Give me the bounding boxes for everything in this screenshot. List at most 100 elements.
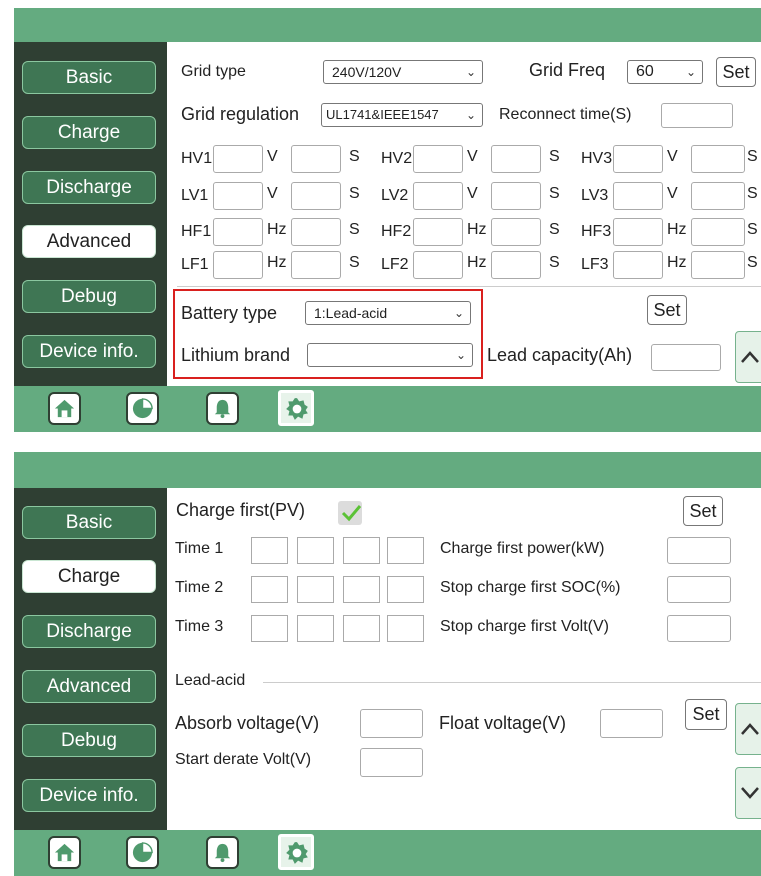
gear-icon bbox=[286, 398, 308, 420]
gear-icon bbox=[286, 842, 308, 864]
grid-set-button[interactable]: Set bbox=[716, 57, 756, 87]
time-segment-input[interactable] bbox=[343, 537, 380, 564]
protection-value-input[interactable] bbox=[613, 218, 663, 246]
protection-time-input[interactable] bbox=[291, 182, 341, 210]
time-segment-input[interactable] bbox=[297, 615, 334, 642]
protection-time-input[interactable] bbox=[491, 145, 541, 173]
nav-charge[interactable]: Charge bbox=[22, 560, 156, 593]
bell-icon bbox=[214, 843, 231, 863]
protection-unit-label: V bbox=[667, 148, 678, 165]
reconnect-time-label: Reconnect time(S) bbox=[499, 106, 632, 123]
grid-freq-select[interactable]: 60 ⌄ bbox=[627, 60, 703, 84]
seconds-unit-label: S bbox=[747, 254, 758, 271]
lithium-brand-select[interactable]: ⌄ bbox=[307, 343, 473, 367]
time-segment-input[interactable] bbox=[343, 615, 380, 642]
alarm-button[interactable] bbox=[206, 392, 239, 425]
protection-value-input[interactable] bbox=[413, 218, 463, 246]
time-segment-input[interactable] bbox=[387, 576, 424, 603]
protection-value-input[interactable] bbox=[213, 218, 263, 246]
nav-debug[interactable]: Debug bbox=[22, 724, 156, 757]
lead-capacity-input[interactable] bbox=[651, 344, 721, 371]
nav-advanced[interactable]: Advanced bbox=[22, 670, 156, 703]
divider bbox=[263, 682, 761, 683]
divider bbox=[177, 286, 761, 287]
nav-discharge[interactable]: Discharge bbox=[22, 171, 156, 204]
protection-time-input[interactable] bbox=[491, 218, 541, 246]
protection-time-input[interactable] bbox=[491, 251, 541, 279]
protection-value-input[interactable] bbox=[213, 251, 263, 279]
protection-value-input[interactable] bbox=[413, 182, 463, 210]
protection-param-label: HF1 bbox=[181, 223, 212, 240]
protection-value-input[interactable] bbox=[613, 251, 663, 279]
time-segment-input[interactable] bbox=[251, 537, 288, 564]
protection-time-input[interactable] bbox=[691, 182, 745, 210]
nav-debug[interactable]: Debug bbox=[22, 280, 156, 313]
time-segment-input[interactable] bbox=[251, 576, 288, 603]
nav-discharge[interactable]: Discharge bbox=[22, 615, 156, 648]
protection-time-input[interactable] bbox=[691, 145, 745, 173]
nav-device-info[interactable]: Device info. bbox=[22, 779, 156, 812]
absorb-voltage-input[interactable] bbox=[360, 709, 423, 738]
protection-time-input[interactable] bbox=[291, 251, 341, 279]
scroll-up-button[interactable] bbox=[735, 703, 761, 755]
seconds-unit-label: S bbox=[549, 221, 560, 238]
time-segment-input[interactable] bbox=[387, 537, 424, 564]
seconds-unit-label: S bbox=[747, 185, 758, 202]
lead-acid-set-button[interactable]: Set bbox=[685, 699, 727, 730]
home-icon bbox=[54, 843, 75, 862]
nav-basic[interactable]: Basic bbox=[22, 506, 156, 539]
start-derate-input[interactable] bbox=[360, 748, 423, 777]
charge-param-input[interactable] bbox=[667, 615, 731, 642]
home-button[interactable] bbox=[48, 836, 81, 869]
protection-value-input[interactable] bbox=[413, 251, 463, 279]
charge-first-set-button[interactable]: Set bbox=[683, 496, 723, 526]
protection-param-label: HV2 bbox=[381, 150, 413, 167]
protection-value-input[interactable] bbox=[213, 182, 263, 210]
charge-param-input[interactable] bbox=[667, 576, 731, 603]
scroll-up-button[interactable] bbox=[735, 331, 761, 383]
reconnect-time-input[interactable] bbox=[661, 103, 733, 128]
float-voltage-input[interactable] bbox=[600, 709, 663, 738]
grid-type-select[interactable]: 240V/120V ⌄ bbox=[323, 60, 483, 84]
protection-time-input[interactable] bbox=[691, 218, 745, 246]
settings-button[interactable] bbox=[278, 834, 314, 870]
grid-regulation-select[interactable]: UL1741&IEEE1547 ⌄ bbox=[321, 103, 483, 127]
nav-basic[interactable]: Basic bbox=[22, 61, 156, 94]
protection-param-label: HF2 bbox=[381, 223, 412, 240]
protection-param-label: LV3 bbox=[581, 187, 609, 204]
protection-time-input[interactable] bbox=[691, 251, 745, 279]
protection-unit-label: Hz bbox=[467, 254, 487, 271]
time-segment-input[interactable] bbox=[387, 615, 424, 642]
protection-unit-label: Hz bbox=[467, 221, 487, 238]
settings-button[interactable] bbox=[278, 390, 314, 426]
protection-value-input[interactable] bbox=[413, 145, 463, 173]
protection-value-input[interactable] bbox=[213, 145, 263, 173]
charge-first-checkbox[interactable] bbox=[338, 501, 362, 525]
protection-value-input[interactable] bbox=[613, 145, 663, 173]
time-segment-input[interactable] bbox=[297, 537, 334, 564]
scroll-down-button[interactable] bbox=[735, 767, 761, 819]
lead-capacity-label: Lead capacity(Ah) bbox=[487, 345, 633, 365]
nav-charge[interactable]: Charge bbox=[22, 116, 156, 149]
nav-device-info[interactable]: Device info. bbox=[22, 335, 156, 368]
lithium-brand-label: Lithium brand bbox=[181, 345, 291, 365]
protection-value-input[interactable] bbox=[613, 182, 663, 210]
statistics-button[interactable] bbox=[126, 392, 159, 425]
charge-param-input[interactable] bbox=[667, 537, 731, 564]
time-segment-input[interactable] bbox=[343, 576, 380, 603]
time-segment-input[interactable] bbox=[297, 576, 334, 603]
protection-time-input[interactable] bbox=[291, 145, 341, 173]
alarm-button[interactable] bbox=[206, 836, 239, 869]
battery-set-button[interactable]: Set bbox=[647, 295, 687, 325]
protection-param-label: HF3 bbox=[581, 223, 612, 240]
nav-advanced[interactable]: Advanced bbox=[22, 225, 156, 258]
start-derate-label: Start derate Volt(V) bbox=[175, 751, 312, 768]
statistics-button[interactable] bbox=[126, 836, 159, 869]
protection-time-input[interactable] bbox=[291, 218, 341, 246]
battery-type-select[interactable]: 1:Lead-acid ⌄ bbox=[305, 301, 471, 325]
home-button[interactable] bbox=[48, 392, 81, 425]
protection-time-input[interactable] bbox=[491, 182, 541, 210]
time-segment-input[interactable] bbox=[251, 615, 288, 642]
bottom-bar bbox=[14, 830, 761, 876]
home-icon bbox=[54, 399, 75, 418]
